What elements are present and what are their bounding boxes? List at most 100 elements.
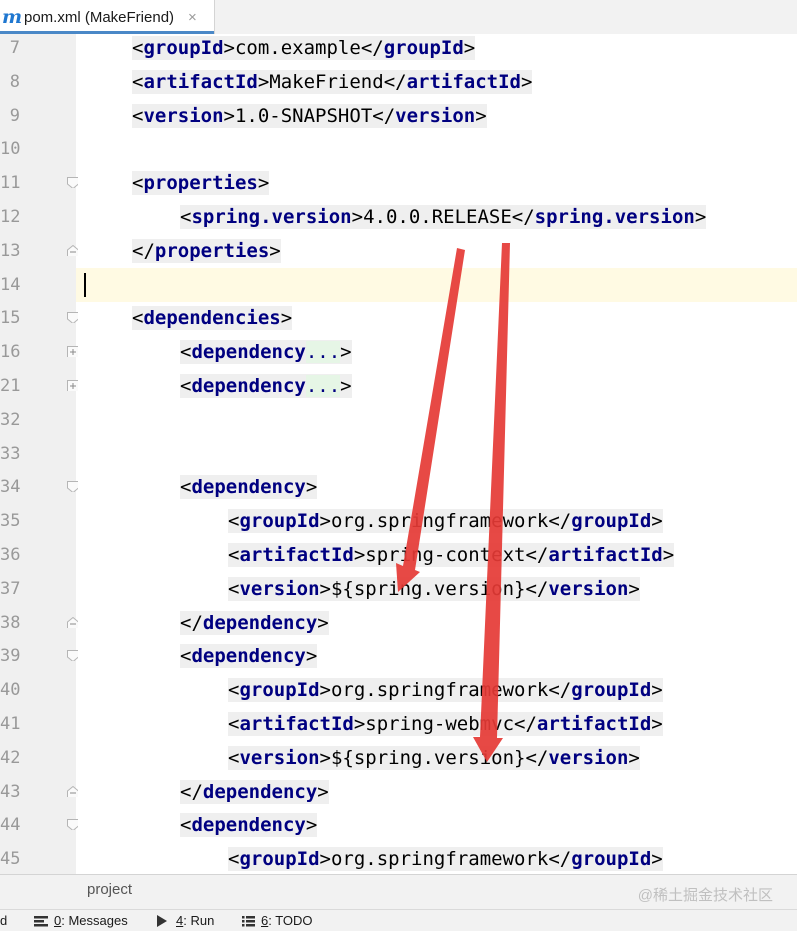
run-tool-button[interactable]: 4: Run xyxy=(156,913,214,928)
folded-region-placeholder[interactable]: ... xyxy=(305,341,341,364)
code-line[interactable]: 16 <dependency...> xyxy=(0,335,797,369)
code-line[interactable]: 35 <groupId>org.springframework</groupId> xyxy=(0,504,797,538)
xml-bracket: </ xyxy=(180,611,203,634)
xml-bracket: > xyxy=(651,679,663,702)
breadcrumb[interactable]: project xyxy=(87,881,132,898)
code-line[interactable]: 34 <dependency> xyxy=(0,470,797,504)
xml-bracket: > xyxy=(651,848,663,871)
line-number: 14 xyxy=(0,274,21,295)
xml-text-value: spring-webmvc xyxy=(365,713,515,735)
code-line[interactable]: 9 <version>1.0-SNAPSHOT</version> xyxy=(0,99,797,133)
fold-close-icon[interactable] xyxy=(67,616,78,628)
todo-tool-button[interactable]: 6: TODO xyxy=(242,913,313,928)
fold-close-icon[interactable] xyxy=(67,244,78,256)
xml-tag-name: groupId xyxy=(383,37,464,59)
xml-bracket: > xyxy=(628,577,640,600)
code-text: <version>${spring.version}</version> xyxy=(228,745,640,770)
code-line[interactable]: 7 <groupId>com.example</groupId> xyxy=(0,31,797,65)
xml-tag-name: properties xyxy=(143,172,258,195)
line-number: 39 xyxy=(0,646,21,667)
xml-tag-name: groupId xyxy=(571,510,652,533)
xml-bracket: < xyxy=(180,814,192,837)
xml-tag-name: dependency xyxy=(191,476,306,499)
line-number: 21 xyxy=(0,376,21,396)
fold-open-icon[interactable] xyxy=(67,650,78,662)
code-line[interactable]: 10 xyxy=(0,132,797,166)
xml-tag-name: version xyxy=(143,104,224,127)
xml-bracket: > xyxy=(353,713,366,735)
code-text: <groupId>org.springframework</groupId> xyxy=(228,509,663,534)
code-line[interactable]: 39 <dependency> xyxy=(0,639,797,673)
xml-bracket: > xyxy=(269,239,281,262)
messages-label: : Messages xyxy=(61,913,128,928)
xml-tag-name: dependency xyxy=(191,341,306,364)
code-line[interactable]: 36 <artifactId>spring-context</artifactId… xyxy=(0,538,797,572)
code-text: <dependency> xyxy=(180,644,318,669)
code-line[interactable]: 42 <version>${spring.version}</version> xyxy=(0,741,797,775)
fold-open-icon[interactable] xyxy=(67,177,78,189)
fold-close-icon[interactable] xyxy=(67,785,78,797)
xml-bracket: > xyxy=(305,645,318,668)
xml-bracket: > xyxy=(280,307,293,330)
xml-bracket: </ xyxy=(511,206,535,228)
code-line[interactable]: 8 <artifactId>MakeFriend</artifactId> xyxy=(0,65,797,99)
xml-tag-name: dependency xyxy=(191,814,306,837)
code-line[interactable]: 13 </properties> xyxy=(0,234,797,268)
xml-bracket: > xyxy=(257,70,270,93)
close-icon[interactable]: × xyxy=(188,9,197,26)
code-text: <spring.version>4.0.0.RELEASE</spring.ve… xyxy=(180,205,707,229)
folded-region-placeholder[interactable]: ... xyxy=(305,375,341,397)
todo-label: : TODO xyxy=(268,913,313,928)
xml-tag-name: spring.version xyxy=(191,206,352,228)
code-line[interactable]: 11 <properties> xyxy=(0,166,797,200)
code-line[interactable]: 45 <groupId>org.springframework</groupId> xyxy=(0,842,797,876)
fold-open-icon[interactable] xyxy=(67,312,78,324)
fold-open-icon[interactable] xyxy=(67,819,78,831)
tab-pom-xml[interactable]: m pom.xml (MakeFriend) × xyxy=(0,0,215,34)
fold-expand-icon[interactable] xyxy=(67,346,78,358)
xml-bracket: > xyxy=(305,814,318,837)
code-text: <dependency> xyxy=(180,813,318,838)
line-number: 40 xyxy=(0,680,21,701)
xml-tag-name: groupId xyxy=(571,848,652,871)
code-text: <artifactId>MakeFriend</artifactId> xyxy=(132,69,533,94)
xml-bracket: </ xyxy=(180,780,203,803)
line-number: 45 xyxy=(0,849,21,870)
code-line[interactable]: 12 <spring.version>4.0.0.RELEASE</spring.… xyxy=(0,200,797,234)
line-number: 33 xyxy=(0,443,21,464)
code-line[interactable]: 43 </dependency> xyxy=(0,775,797,809)
xml-bracket: > xyxy=(651,510,663,533)
xml-tag-name: dependency xyxy=(191,645,306,668)
messages-tool-button[interactable]: 0: Messages xyxy=(34,913,128,928)
maven-icon: m xyxy=(2,6,23,28)
code-line[interactable]: 32 xyxy=(0,403,797,437)
xml-bracket: </ xyxy=(372,104,396,127)
code-line[interactable]: 37 <version>${spring.version}</version> xyxy=(0,572,797,606)
code-line[interactable]: 38 </dependency> xyxy=(0,606,797,640)
xml-text-value: org.springframework xyxy=(330,679,549,702)
xml-text-value: spring-context xyxy=(365,544,526,566)
xml-text-value: 4.0.0.RELEASE xyxy=(363,206,512,228)
xml-tag-name: artifactId xyxy=(548,544,663,566)
code-line[interactable]: 44 <dependency> xyxy=(0,808,797,842)
xml-text-value: MakeFriend xyxy=(269,70,384,93)
code-line[interactable]: 41 <artifactId>spring-webmvc</artifactId> xyxy=(0,707,797,741)
code-line[interactable]: 15 <dependencies> xyxy=(0,301,797,335)
code-line[interactable]: 14 xyxy=(0,267,797,302)
line-number: 37 xyxy=(0,578,21,599)
xml-bracket: < xyxy=(132,70,144,93)
fold-open-icon[interactable] xyxy=(67,481,78,493)
code-line[interactable]: 33 xyxy=(0,437,797,471)
run-label: : Run xyxy=(183,913,215,928)
code-line[interactable]: 40 <groupId>org.springframework</groupId> xyxy=(0,673,797,707)
xml-tag-name: version xyxy=(239,746,320,769)
xml-bracket: < xyxy=(132,172,144,195)
xml-tag-name: dependencies xyxy=(143,307,281,330)
xml-tag-name: artifactId xyxy=(536,713,652,735)
line-number: 8 xyxy=(9,71,20,92)
code-line[interactable]: 21 <dependency...> xyxy=(0,369,797,403)
xml-bracket: </ xyxy=(548,679,572,702)
line-number: 7 xyxy=(9,38,20,58)
fold-expand-icon[interactable] xyxy=(67,380,78,391)
xml-text-value: com.example xyxy=(234,37,361,59)
